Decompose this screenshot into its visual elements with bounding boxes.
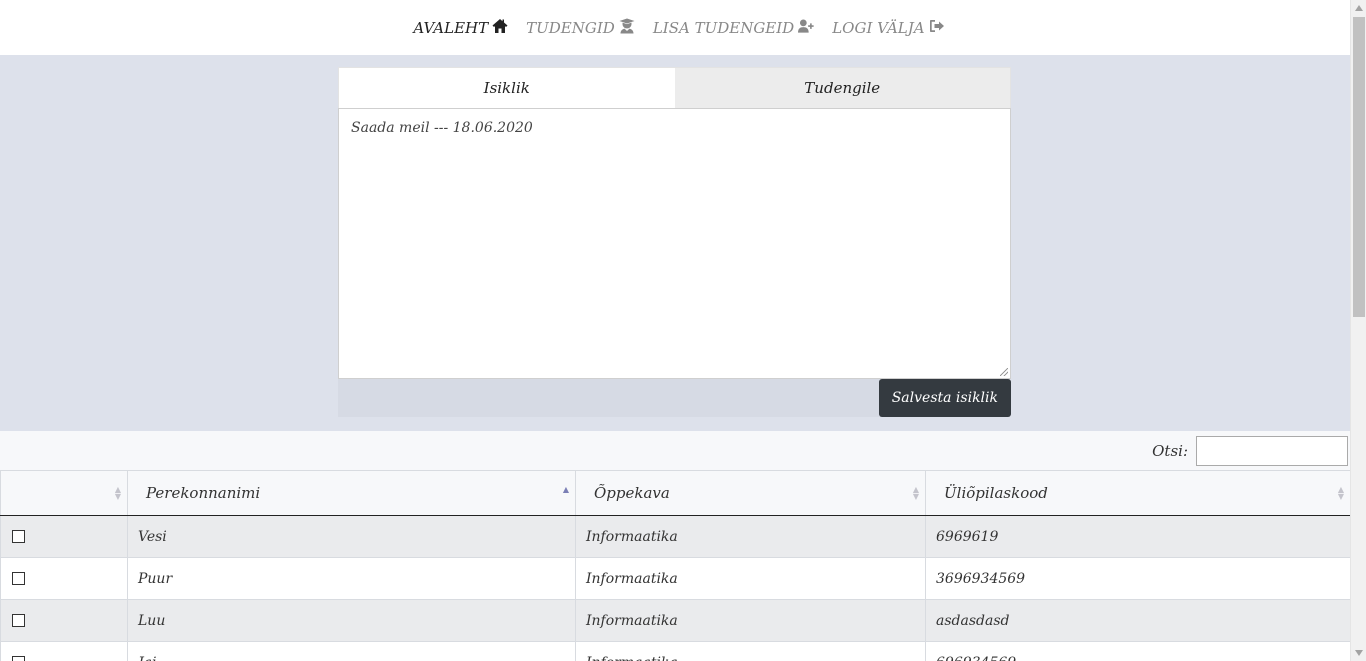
tab-isiklik[interactable]: Isiklik [339, 68, 675, 108]
row-checkbox[interactable] [12, 614, 25, 627]
curriculum-cell: Informaatika [575, 599, 926, 642]
table-row[interactable]: Vesi Informaatika 6969619 [0, 515, 1350, 558]
nav-item-label: LISA TUDENGEID [652, 18, 795, 37]
row-select-cell [0, 599, 128, 642]
sign-out-icon [929, 18, 945, 38]
notes-tabs: Isiklik Tudengile [338, 67, 1011, 108]
curriculum-cell: Informaatika [575, 515, 926, 558]
search-label: Otsi: [1152, 441, 1188, 460]
scroll-down-arrow-icon[interactable] [1351, 645, 1366, 661]
students-table: ▲▼ Perekonnanimi ▲▼ Õppekava ▲▼ Üliõpila… [0, 470, 1350, 661]
table-row[interactable]: Jai Informaatika 696934569 [0, 641, 1350, 661]
table-header-row: ▲▼ Perekonnanimi ▲▼ Õppekava ▲▼ Üliõpila… [0, 470, 1350, 516]
nav-item-label: LOGI VÄLJA [832, 18, 925, 37]
top-nav: AVALEHT TUDENGID LISA TUDENGEID LOGI VÄL… [0, 0, 1350, 55]
search-input[interactable] [1196, 435, 1348, 466]
surname-cell: Puur [127, 557, 576, 600]
save-personal-button[interactable]: Salvesta isiklik [878, 379, 1011, 417]
resize-grip-icon[interactable] [1000, 368, 1008, 376]
graduate-icon [619, 18, 635, 38]
button-row-background [338, 379, 889, 417]
tab-tudengile[interactable]: Tudengile [674, 68, 1010, 108]
row-select-cell [0, 515, 128, 558]
sort-icon: ▲ ▼ [114, 485, 121, 501]
notes-editor: Isiklik Tudengile Saada meil --- 18.06.2… [338, 67, 1011, 417]
nav-item-tudengid[interactable]: TUDENGID [526, 18, 635, 38]
home-icon [492, 18, 508, 38]
row-select-cell [0, 557, 128, 600]
sort-ascending-icon: ▲▼ [562, 485, 569, 494]
sort-icon: ▲ ▼ [912, 485, 919, 501]
column-header-oppekava[interactable]: Õppekava ▲ ▼ [575, 470, 926, 516]
sort-icon: ▲ ▼ [1337, 485, 1344, 501]
surname-cell: Luu [127, 599, 576, 642]
nav-item-avaleht[interactable]: AVALEHT [413, 18, 508, 38]
page: AVALEHT TUDENGID LISA TUDENGEID LOGI VÄL… [0, 0, 1350, 661]
table-row[interactable]: Puur Informaatika 3696934569 [0, 557, 1350, 600]
curriculum-cell: Informaatika [575, 641, 926, 661]
row-select-cell [0, 641, 128, 661]
column-header-select[interactable]: ▲ ▼ [0, 470, 128, 516]
note-wrapper: Saada meil --- 18.06.2020 [338, 108, 1011, 379]
student-code-cell: asdasdasd [925, 599, 1350, 642]
students-table-section: Otsi: ▲▼ Perekonnanimi ▲▼ Õ [0, 431, 1350, 661]
row-checkbox[interactable] [12, 530, 25, 543]
row-checkbox[interactable] [12, 572, 25, 585]
nav-item-label: AVALEHT [413, 18, 489, 37]
scroll-up-arrow-icon[interactable] [1351, 0, 1366, 16]
surname-cell: Vesi [127, 515, 576, 558]
nav-item-logi-valja[interactable]: LOGI VÄLJA [832, 18, 944, 38]
nav-item-lisa-tudengeid[interactable]: LISA TUDENGEID [653, 18, 814, 38]
user-plus-icon [798, 18, 814, 38]
nav-item-label: TUDENGID [526, 18, 615, 37]
table-row[interactable]: Luu Informaatika asdasdasd [0, 599, 1350, 642]
column-header-perekonnanimi[interactable]: Perekonnanimi ▲▼ [127, 470, 576, 516]
surname-cell: Jai [127, 641, 576, 661]
student-code-cell: 696934569 [925, 641, 1350, 661]
note-textarea[interactable]: Saada meil --- 18.06.2020 [338, 108, 1011, 379]
notes-section: Isiklik Tudengile Saada meil --- 18.06.2… [0, 55, 1350, 431]
vertical-scrollbar[interactable] [1350, 0, 1366, 661]
search-row: Otsi: [0, 431, 1350, 470]
row-checkbox[interactable] [12, 656, 25, 661]
curriculum-cell: Informaatika [575, 557, 926, 600]
column-header-uliopilaskood[interactable]: Üliõpilaskood ▲ ▼ [925, 470, 1350, 516]
student-code-cell: 6969619 [925, 515, 1350, 558]
student-code-cell: 3696934569 [925, 557, 1350, 600]
scrollbar-thumb[interactable] [1353, 17, 1365, 317]
